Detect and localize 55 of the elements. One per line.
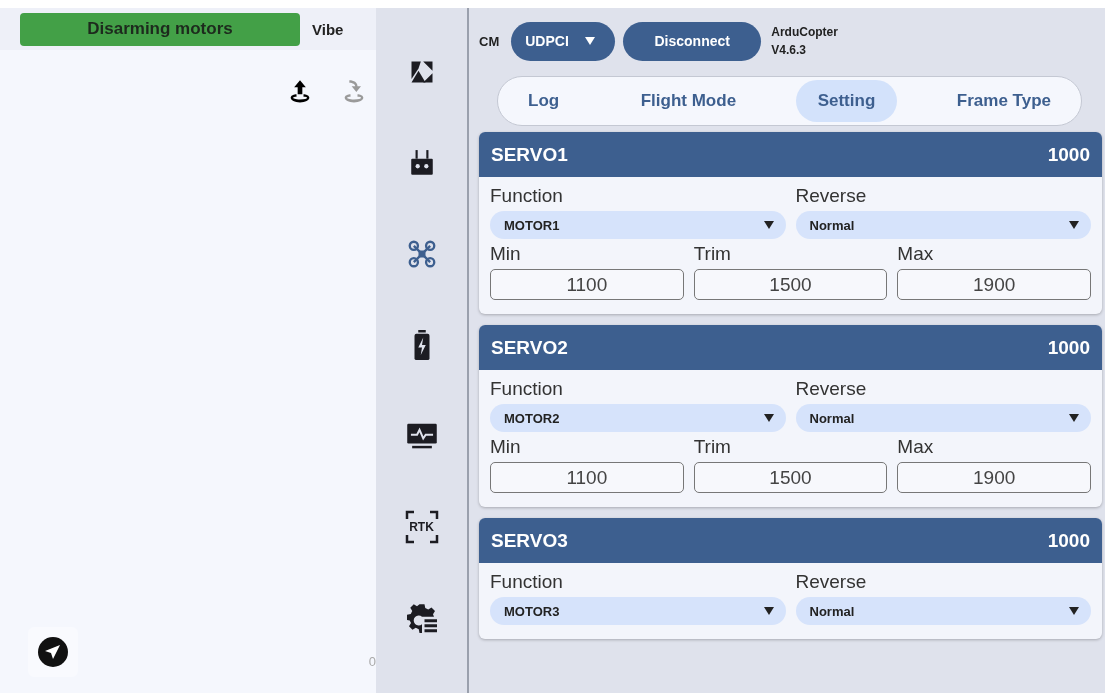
link-dropdown[interactable]: UDPCI bbox=[511, 21, 616, 61]
field-label: Trim bbox=[693, 436, 732, 458]
firmware-version: V4.6.3 bbox=[771, 43, 807, 57]
field-label: Reverse bbox=[795, 185, 868, 207]
servo-name: SERVO2 bbox=[491, 336, 568, 359]
field-label: Max bbox=[897, 436, 935, 458]
number-input-field[interactable]: 1900 bbox=[897, 462, 1091, 493]
field-label: Function bbox=[490, 571, 564, 593]
tab[interactable]: Log bbox=[506, 80, 582, 122]
field-label: Trim bbox=[693, 243, 732, 265]
number-input-field[interactable]: 1100 bbox=[490, 269, 684, 300]
tab[interactable]: Flight Mode bbox=[618, 80, 759, 122]
status-message: Disarming motors bbox=[20, 12, 300, 46]
caret-icon bbox=[1069, 607, 1079, 615]
caret-icon bbox=[763, 607, 774, 615]
dropdown-select[interactable]: MOTOR3 bbox=[490, 597, 786, 625]
dropdown-select[interactable]: Normal bbox=[795, 404, 1091, 432]
field-label: Function bbox=[490, 185, 564, 207]
field-label: Function bbox=[490, 378, 564, 400]
progress-percent: 0 bbox=[368, 654, 376, 669]
heartbeat-monitor-icon bbox=[405, 422, 438, 450]
paper-plane-icon bbox=[37, 636, 69, 668]
dropdown-select[interactable]: Normal bbox=[795, 597, 1091, 625]
connection-label: CM bbox=[479, 33, 500, 49]
caret-icon bbox=[1069, 414, 1079, 422]
servo-output-value: 1000 bbox=[1047, 336, 1090, 359]
quadcopter-icon bbox=[407, 240, 436, 268]
number-input-field[interactable]: 1100 bbox=[490, 462, 684, 493]
field-label: Max bbox=[897, 243, 935, 265]
servo-output-value: 1000 bbox=[1047, 143, 1090, 166]
settings-list-icon bbox=[406, 603, 437, 633]
field-label: Reverse bbox=[795, 378, 868, 400]
disconnect-button[interactable]: Disconnect bbox=[623, 21, 762, 61]
field-label: Min bbox=[490, 436, 522, 458]
dropdown-select[interactable]: Normal bbox=[795, 211, 1091, 239]
caret-icon bbox=[763, 414, 774, 422]
caret-icon bbox=[1069, 221, 1079, 229]
servo-name: SERVO3 bbox=[491, 529, 568, 552]
caret-icon bbox=[763, 221, 774, 229]
number-input-field[interactable]: 1900 bbox=[897, 269, 1091, 300]
remote-controller-icon bbox=[408, 149, 435, 177]
send-button[interactable] bbox=[28, 627, 78, 677]
tab[interactable]: Setting bbox=[795, 80, 898, 122]
firmware-name: ArduCopter bbox=[771, 25, 838, 39]
vibe-tab[interactable]: Vibe bbox=[312, 20, 344, 38]
tab[interactable]: Frame Type bbox=[934, 80, 1073, 122]
servo-name: SERVO1 bbox=[491, 143, 568, 166]
dropdown-select[interactable]: MOTOR2 bbox=[490, 404, 786, 432]
field-label: Min bbox=[490, 243, 522, 265]
servo-output-value: 1000 bbox=[1047, 529, 1090, 552]
number-input-field[interactable]: 1500 bbox=[693, 462, 888, 493]
number-input-field[interactable]: 1500 bbox=[693, 269, 888, 300]
dropdown-select[interactable]: MOTOR1 bbox=[490, 211, 786, 239]
caret-icon bbox=[584, 37, 595, 45]
field-label: Reverse bbox=[795, 571, 868, 593]
